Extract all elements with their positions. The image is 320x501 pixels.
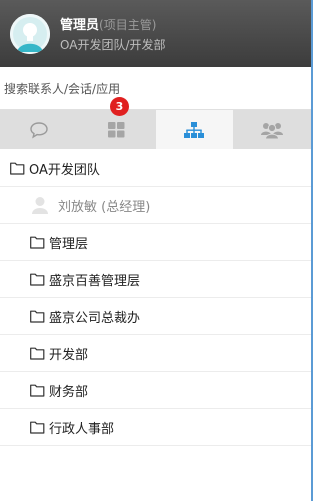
- user-header: 管理员(项目主管) OA开发团队/开发部: [0, 0, 311, 67]
- user-avatar[interactable]: [10, 14, 50, 54]
- member-label: 刘放敏 (总经理): [58, 199, 151, 215]
- tree-group-row[interactable]: 行政人事部: [0, 409, 311, 446]
- tree-group-row[interactable]: 管理层: [0, 224, 311, 261]
- tree-root[interactable]: OA开发团队: [0, 150, 311, 187]
- org-tree: OA开发团队 刘放敏 (总经理) 管理层 盛京百善管理层 盛京公司总裁办 开发部…: [0, 150, 311, 446]
- search-input[interactable]: [4, 79, 304, 99]
- folder-icon: [30, 273, 45, 286]
- folder-icon: [30, 384, 45, 397]
- group-users-icon: [261, 122, 284, 139]
- folder-icon: [10, 162, 25, 175]
- tab-bar: [0, 110, 311, 149]
- tree-root-label: OA开发团队: [29, 162, 100, 178]
- group-label: 盛京百善管理层: [49, 273, 141, 289]
- apps-grid-icon: [108, 121, 125, 137]
- group-label: 行政人事部: [49, 421, 115, 437]
- user-name: 管理员: [60, 18, 100, 33]
- folder-icon: [30, 236, 45, 249]
- tree-group-row[interactable]: 盛京百善管理层: [0, 261, 311, 298]
- org-chart-icon: [184, 121, 205, 138]
- tab-chat[interactable]: [0, 110, 78, 149]
- person-icon: [32, 197, 48, 214]
- group-label: 财务部: [49, 384, 89, 400]
- user-role: (项目主管): [99, 18, 157, 32]
- tree-member[interactable]: 刘放敏 (总经理): [0, 187, 311, 224]
- group-label: 开发部: [49, 347, 89, 363]
- folder-icon: [30, 347, 45, 360]
- tab-groups[interactable]: [233, 110, 311, 149]
- folder-icon: [30, 421, 45, 434]
- folder-icon: [30, 310, 45, 323]
- contacts-panel: 管理员(项目主管) OA开发团队/开发部 搜索联系人/会话/应用 3 OA开发团…: [0, 0, 313, 501]
- tree-group-row[interactable]: 开发部: [0, 335, 311, 372]
- group-label: 管理层: [49, 236, 89, 252]
- tab-apps[interactable]: [78, 110, 156, 149]
- tree-group-row[interactable]: 盛京公司总裁办: [0, 298, 311, 335]
- tree-group-row[interactable]: 财务部: [0, 372, 311, 409]
- unread-badge: 3: [110, 97, 129, 116]
- chat-bubble-icon: [30, 121, 48, 139]
- user-name-line: 管理员(项目主管): [60, 14, 156, 33]
- tab-organization[interactable]: [155, 110, 234, 149]
- group-label: 盛京公司总裁办: [49, 310, 141, 326]
- search-bar: [0, 67, 311, 110]
- user-department: OA开发团队/开发部: [60, 38, 166, 52]
